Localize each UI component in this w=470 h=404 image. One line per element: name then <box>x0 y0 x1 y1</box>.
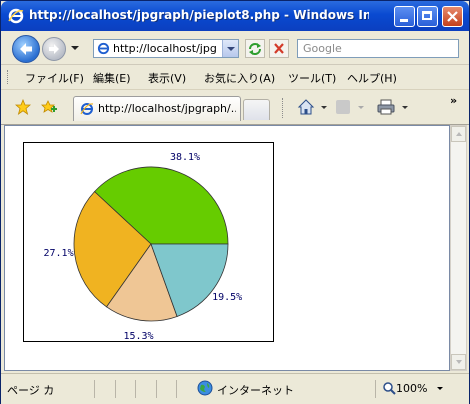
home-icon[interactable] <box>297 98 315 116</box>
print-icon[interactable] <box>377 99 395 115</box>
zoom-dropdown-icon[interactable] <box>437 387 443 390</box>
ie-icon <box>8 8 24 24</box>
scroll-down-button[interactable] <box>451 354 466 370</box>
browser-tab[interactable]: http://localhost/jpgraph/... <box>73 96 241 121</box>
forward-button[interactable] <box>42 37 66 61</box>
page-ie-icon <box>97 42 110 55</box>
status-divider <box>94 380 95 398</box>
title-bar[interactable]: http://localhost/jpgraph/pieplot8.php - … <box>1 1 469 31</box>
chart-frame: 38.1% 27.1% 15.3% 19.5% <box>23 142 274 342</box>
zoom-magnifier-icon[interactable] <box>383 382 396 395</box>
status-divider <box>115 380 116 398</box>
pie-label-4: 19.5% <box>212 291 243 303</box>
vertical-scrollbar[interactable] <box>450 125 467 371</box>
security-zone-text: インターネット <box>217 384 294 397</box>
maximize-icon <box>422 11 432 20</box>
toolbar-overflow-chevron[interactable]: » <box>450 94 457 107</box>
menu-view[interactable]: 表示(V) <box>148 70 186 86</box>
address-text: http://localhost/jpgr <box>113 42 217 55</box>
status-text: ページ カ <box>7 384 55 397</box>
home-dropdown-icon[interactable] <box>321 106 327 109</box>
tab-label: http://localhost/jpgraph/... <box>98 102 236 115</box>
window-title: http://localhost/jpgraph/pieplot8.php - … <box>29 8 369 22</box>
search-input[interactable]: Google <box>297 39 459 58</box>
feeds-dropdown-icon[interactable] <box>358 106 364 109</box>
stop-icon <box>274 43 284 54</box>
add-favorite-icon[interactable] <box>41 99 57 115</box>
address-dropdown-button[interactable] <box>222 40 238 57</box>
pie-chart <box>73 166 229 322</box>
status-bar: ページ カ インターネット 100% <box>1 373 469 404</box>
new-tab-button[interactable] <box>243 99 270 120</box>
favorites-star-icon[interactable] <box>15 99 31 115</box>
tab-ie-icon <box>80 103 94 115</box>
search-placeholder: Google <box>303 42 342 55</box>
print-dropdown-icon[interactable] <box>402 106 408 109</box>
maximize-button[interactable] <box>417 6 438 27</box>
scroll-up-button[interactable] <box>451 126 466 142</box>
refresh-button[interactable] <box>245 39 265 58</box>
address-field[interactable]: http://localhost/jpgr <box>93 39 239 58</box>
menu-help[interactable]: ヘルプ(H) <box>347 70 397 86</box>
menu-edit[interactable]: 編集(E) <box>93 70 131 86</box>
stop-button[interactable] <box>269 39 289 58</box>
pie-label-2: 27.1% <box>43 248 74 260</box>
forward-arrow-icon <box>49 44 59 54</box>
status-divider <box>135 380 136 398</box>
menu-file[interactable]: ファイル(F) <box>25 70 84 86</box>
address-toolbar: http://localhost/jpgr Google <box>1 31 469 65</box>
toolbar-separator <box>282 98 286 118</box>
zoom-level[interactable]: 100% <box>396 382 427 395</box>
close-button[interactable] <box>442 6 463 27</box>
back-button[interactable] <box>12 35 40 63</box>
internet-zone-globe-icon <box>197 380 213 396</box>
minimize-icon <box>400 19 408 22</box>
back-arrow-icon <box>20 43 32 55</box>
status-divider <box>375 380 376 398</box>
menu-grip <box>7 70 11 84</box>
refresh-icon <box>249 43 261 55</box>
menu-favorites[interactable]: お気に入り(A) <box>204 70 275 86</box>
page-content: 38.1% 27.1% 15.3% 19.5% <box>4 125 450 371</box>
pie-label-3: 15.3% <box>123 330 154 342</box>
status-divider <box>156 380 157 398</box>
menu-tools[interactable]: ツール(T) <box>288 70 336 86</box>
pie-label-1: 38.1% <box>169 151 201 163</box>
command-bar: http://localhost/jpgraph/... » <box>1 90 469 125</box>
menu-bar: ファイル(F) 編集(E) 表示(V) お気に入り(A) ツール(T) ヘルプ(… <box>1 65 469 90</box>
feeds-icon[interactable] <box>336 100 350 114</box>
minimize-button[interactable] <box>394 6 415 27</box>
browser-window: http://localhost/jpgraph/pieplot8.php - … <box>0 0 470 404</box>
close-icon <box>447 11 458 22</box>
history-dropdown-icon[interactable] <box>71 46 79 50</box>
status-divider <box>176 380 177 398</box>
